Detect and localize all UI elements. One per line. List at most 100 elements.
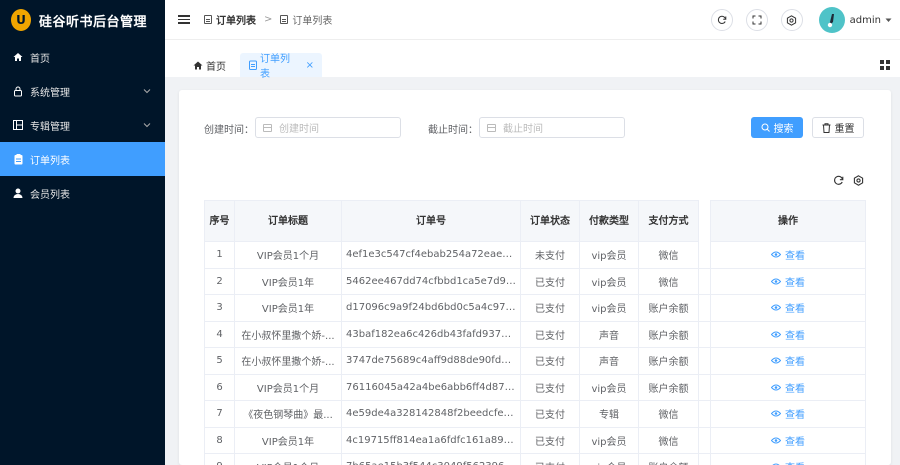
- actions-cell: 查看: [710, 321, 866, 348]
- view-button[interactable]: 查看: [771, 380, 805, 395]
- eye-icon: [771, 437, 781, 444]
- order-no-cell: 7b65ae15b3f544c3049f5623965f125c: [341, 453, 521, 465]
- column-header-actions: 操作: [710, 200, 866, 242]
- breadcrumb: 订单列表 > 订单列表: [204, 12, 332, 27]
- index-cell: 6: [204, 374, 235, 401]
- app-logo[interactable]: U 硅谷听书后台管理: [0, 0, 165, 40]
- status-cell: 未支付: [520, 241, 580, 269]
- title-cell: VIP会员1年: [234, 294, 342, 322]
- title-cell: VIP会员1年: [234, 427, 342, 454]
- tab-home[interactable]: 首页: [185, 53, 234, 77]
- view-button[interactable]: 查看: [771, 406, 805, 421]
- actions-cell: 查看: [710, 347, 866, 375]
- chevron-down-icon: [143, 120, 151, 131]
- tabs-menu-icon[interactable]: [880, 60, 890, 70]
- sidebar-item-label: 首页: [30, 53, 50, 65]
- view-button[interactable]: 查看: [771, 433, 805, 448]
- status-cell: 已支付: [520, 294, 580, 322]
- close-icon[interactable]: ×: [306, 60, 314, 71]
- search-button[interactable]: 搜索: [751, 117, 803, 138]
- end-time-input[interactable]: 截止时间: [479, 117, 625, 138]
- menu-toggle-icon[interactable]: [178, 15, 190, 24]
- pay-type-cell: vip会员: [579, 268, 639, 295]
- logo-badge: U: [11, 9, 31, 31]
- actions-cell: 查看: [710, 374, 866, 401]
- sidebar-item-system[interactable]: 系统管理: [0, 74, 165, 108]
- header-tools: admin: [698, 0, 900, 40]
- settings-button[interactable]: [780, 9, 803, 31]
- table-row: 8 VIP会员1年 4c19715ff814ea1a6fdfc161a891c53 已…: [204, 427, 866, 454]
- index-cell: 4: [204, 321, 235, 348]
- breadcrumb-item[interactable]: 订单列表: [204, 12, 256, 27]
- actions-cell: 查看: [710, 294, 866, 322]
- order-no-cell: 76116045a42a4be6abb6ff4d87946b7b: [341, 374, 521, 401]
- pay-method-cell: 账户余额: [638, 321, 699, 348]
- refresh-button[interactable]: [710, 9, 733, 31]
- view-button-label: 查看: [785, 383, 805, 395]
- tab-orders[interactable]: 订单列表 ×: [240, 53, 322, 80]
- caret-down-icon[interactable]: [885, 15, 892, 26]
- order-icon: [249, 60, 257, 70]
- breadcrumb-label: 订单列表: [292, 16, 333, 27]
- column-header-pay-type: 付款类型: [579, 200, 639, 242]
- table-row: 3 VIP会员1年 d17096c9a9f24bd6bd0c5a4c976afce2…: [204, 294, 866, 322]
- home-icon: [193, 61, 203, 70]
- sidebar-item-orders[interactable]: 订单列表: [0, 142, 165, 176]
- tab-label: 首页: [206, 61, 226, 73]
- view-button[interactable]: 查看: [771, 247, 805, 262]
- title-cell: 在小叔怀里撒个娇-...: [234, 321, 342, 348]
- start-time-placeholder: 创建时间: [279, 124, 319, 135]
- pay-type-cell: 专辑: [579, 400, 639, 428]
- view-button[interactable]: 查看: [771, 300, 805, 315]
- pay-type-cell: vip会员: [579, 294, 639, 322]
- view-button[interactable]: 查看: [771, 274, 805, 289]
- breadcrumb-separator: >: [264, 14, 273, 25]
- table-refresh-icon[interactable]: [833, 175, 844, 189]
- actions-cell: 查看: [710, 268, 866, 295]
- view-button-label: 查看: [785, 459, 805, 465]
- eye-icon: [771, 251, 781, 258]
- view-button[interactable]: 查看: [771, 327, 805, 342]
- status-cell: 已支付: [520, 321, 580, 348]
- order-list-card: 创建时间： 创建时间 截止时间： 截止时间 搜索 重置 序号 订单标题 订单号 …: [179, 90, 891, 465]
- fullscreen-icon: [752, 15, 762, 25]
- status-cell: 已支付: [520, 453, 580, 465]
- end-time-placeholder: 截止时间: [503, 124, 543, 135]
- sidebar-item-label: 会员列表: [30, 189, 70, 201]
- view-button[interactable]: 查看: [771, 353, 805, 368]
- title-cell: VIP会员1年: [234, 268, 342, 295]
- avatar[interactable]: [818, 7, 845, 33]
- pay-method-cell: 账户余额: [638, 453, 699, 465]
- view-button[interactable]: 查看: [771, 459, 805, 465]
- column-gap: [698, 268, 711, 295]
- table-body: 1 VIP会员1个月 4ef1e3c547cf4ebab254a72eae007bf…: [204, 241, 866, 465]
- pay-method-cell: 微信: [638, 427, 699, 454]
- sidebar-item-home[interactable]: 首页: [0, 40, 165, 74]
- order-table: 序号 订单标题 订单号 订单状态 付款类型 支付方式 操作 1 VIP会员1个月 4…: [204, 200, 866, 465]
- lock-icon: [11, 86, 25, 97]
- column-gap: [698, 321, 711, 348]
- index-cell: 3: [204, 294, 235, 322]
- column-gap: [698, 241, 711, 269]
- column-gap: [698, 374, 711, 401]
- table-row: 5 在小叔怀里撒个娇-... 3747de75689c4aff9d88de90fd9…: [204, 347, 866, 375]
- fullscreen-button[interactable]: [745, 9, 768, 31]
- sidebar-item-label: 系统管理: [30, 87, 70, 99]
- app-title: 硅谷听书后台管理: [39, 14, 148, 30]
- sidebar-item-label: 订单列表: [30, 155, 70, 167]
- eye-icon: [771, 331, 781, 338]
- start-time-input[interactable]: 创建时间: [255, 117, 401, 138]
- pay-method-cell: 微信: [638, 268, 699, 295]
- sidebar-item-members[interactable]: 会员列表: [0, 176, 165, 210]
- reset-button[interactable]: 重置: [812, 117, 864, 138]
- pay-type-cell: 声音: [579, 347, 639, 375]
- column-header-order-no: 订单号: [341, 200, 521, 242]
- view-button-label: 查看: [785, 277, 805, 289]
- status-cell: 已支付: [520, 400, 580, 428]
- order-icon: [280, 15, 289, 24]
- tabs-bar: 首页 订单列表 ×: [165, 40, 900, 80]
- username[interactable]: admin: [850, 15, 881, 26]
- table-settings-icon[interactable]: [853, 175, 864, 189]
- order-no-cell: 4c19715ff814ea1a6fdfc161a891c53: [341, 427, 521, 454]
- sidebar-item-album[interactable]: 专辑管理: [0, 108, 165, 142]
